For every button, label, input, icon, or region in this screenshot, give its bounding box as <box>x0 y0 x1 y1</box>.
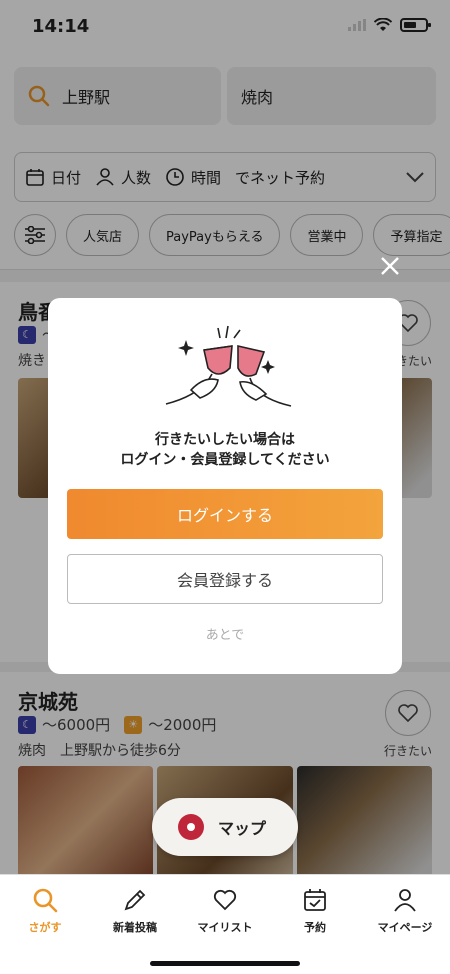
person-icon <box>394 889 416 912</box>
message-line-1: 行きたいしたい場合は <box>155 432 295 448</box>
tab-label: さがす <box>28 921 62 934</box>
tab-new-posts[interactable]: 新着投稿 <box>90 875 180 945</box>
toast-glasses-icon <box>165 325 292 407</box>
map-button-label: マップ <box>218 819 267 838</box>
map-button[interactable]: マップ <box>152 798 298 856</box>
tab-label: 予約 <box>304 921 326 934</box>
search-icon <box>33 888 58 913</box>
tab-reservation[interactable]: 予約 <box>270 875 360 945</box>
message-line-2: ログイン・会員登録してください <box>120 452 330 468</box>
tab-label: マイページ <box>377 921 433 934</box>
tab-label: マイリスト <box>197 921 253 934</box>
calendar-check-icon <box>304 889 326 911</box>
login-prompt-modal: 行きたいしたい場合は ログイン・会員登録してください ログインする 会員登録する… <box>48 298 402 674</box>
later-link[interactable]: あとで <box>48 624 402 643</box>
app-root: 14:14 上野駅 焼肉 日付 人数 時間 でネット予約 人気店 PayPayも… <box>0 0 450 974</box>
tab-my-list[interactable]: マイリスト <box>180 875 270 945</box>
close-icon[interactable] <box>378 254 402 278</box>
tab-my-page[interactable]: マイページ <box>360 875 450 945</box>
tab-search[interactable]: さがす <box>0 875 90 945</box>
register-button[interactable]: 会員登録する <box>67 554 383 604</box>
login-button[interactable]: ログインする <box>67 489 383 539</box>
home-indicator <box>150 961 300 966</box>
login-prompt-message: 行きたいしたい場合は ログイン・会員登録してください <box>48 430 402 470</box>
map-pin-icon <box>178 814 204 840</box>
tab-label: 新着投稿 <box>113 921 157 934</box>
heart-icon <box>213 889 237 911</box>
pencil-icon <box>124 889 146 911</box>
bottom-tab-bar: さがす 新着投稿 マイリスト 予約 マイページ <box>0 874 450 974</box>
